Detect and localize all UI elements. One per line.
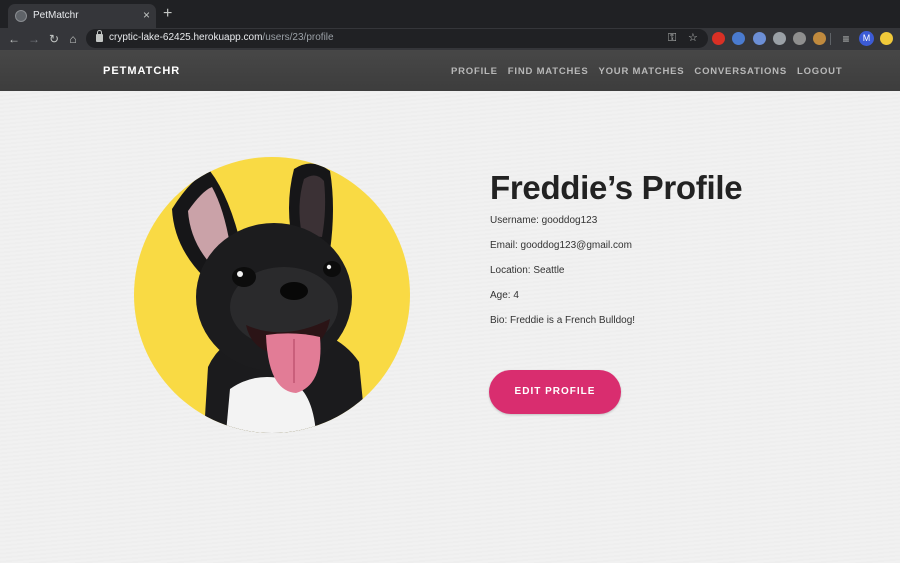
extension-icon[interactable]	[773, 32, 786, 45]
tab-close-icon[interactable]: ×	[143, 8, 150, 22]
url-text: cryptic-lake-62425.herokuapp.com/users/2…	[109, 32, 334, 43]
extension-icon[interactable]	[880, 32, 893, 45]
url-host: cryptic-lake-62425.herokuapp.com	[109, 32, 263, 43]
username-field: Username: gooddog123	[490, 215, 598, 226]
extension-icon[interactable]	[813, 32, 826, 45]
profile-info: Freddie’s Profile Username: gooddog123 E…	[490, 169, 870, 327]
toolbar-divider	[830, 33, 831, 45]
profile-photo	[134, 157, 410, 433]
globe-icon	[15, 10, 27, 22]
nav-conversations[interactable]: CONVERSATIONS	[694, 66, 787, 77]
lock-icon	[96, 30, 103, 42]
address-bar[interactable]: cryptic-lake-62425.herokuapp.com/users/2…	[86, 29, 708, 48]
site-navbar: PETMATCHR PROFILE FIND MATCHES YOUR MATC…	[0, 50, 900, 91]
age-field: Age: 4	[490, 290, 519, 301]
browser-tab-bar: PetMatchr × +	[0, 0, 900, 28]
reload-icon[interactable]: ↻	[46, 30, 62, 48]
extension-icon[interactable]	[732, 32, 745, 45]
new-tab-icon[interactable]: +	[163, 5, 172, 23]
nav-find-matches[interactable]: FIND MATCHES	[508, 66, 589, 77]
key-icon[interactable]: ⚿	[668, 32, 676, 45]
avatar[interactable]: M	[859, 31, 874, 46]
profile-page: Freddie’s Profile Username: gooddog123 E…	[0, 91, 900, 563]
dog-illustration	[172, 163, 366, 433]
reading-list-icon[interactable]: ≡	[838, 30, 854, 48]
url-path: /users/23/profile	[262, 32, 334, 43]
home-icon[interactable]: ⌂	[65, 30, 81, 48]
email-field: Email: gooddog123@gmail.com	[490, 240, 632, 251]
brand-logo[interactable]: PETMATCHR	[103, 65, 180, 77]
extension-icon[interactable]	[793, 32, 806, 45]
browser-toolbar: ← → ↻ ⌂ cryptic-lake-62425.herokuapp.com…	[0, 28, 900, 50]
edit-profile-button[interactable]: EDIT PROFILE	[489, 370, 621, 414]
nav-profile[interactable]: PROFILE	[451, 66, 498, 77]
location-field: Location: Seattle	[490, 265, 565, 276]
nav-logout[interactable]: LOGOUT	[797, 66, 842, 77]
extension-icon[interactable]	[712, 32, 725, 45]
back-arrow-icon[interactable]: ←	[6, 30, 22, 48]
forward-arrow-icon[interactable]: →	[26, 30, 42, 48]
page-title: Freddie’s Profile	[490, 169, 743, 206]
nav-links: PROFILE FIND MATCHES YOUR MATCHES CONVER…	[451, 66, 842, 77]
extension-icon[interactable]	[753, 32, 766, 45]
star-icon[interactable]: ☆	[688, 32, 698, 45]
nav-your-matches[interactable]: YOUR MATCHES	[598, 66, 684, 77]
bio-field: Bio: Freddie is a French Bulldog!	[490, 315, 636, 326]
tab-title: PetMatchr	[33, 10, 79, 21]
browser-tab[interactable]: PetMatchr ×	[8, 4, 156, 28]
